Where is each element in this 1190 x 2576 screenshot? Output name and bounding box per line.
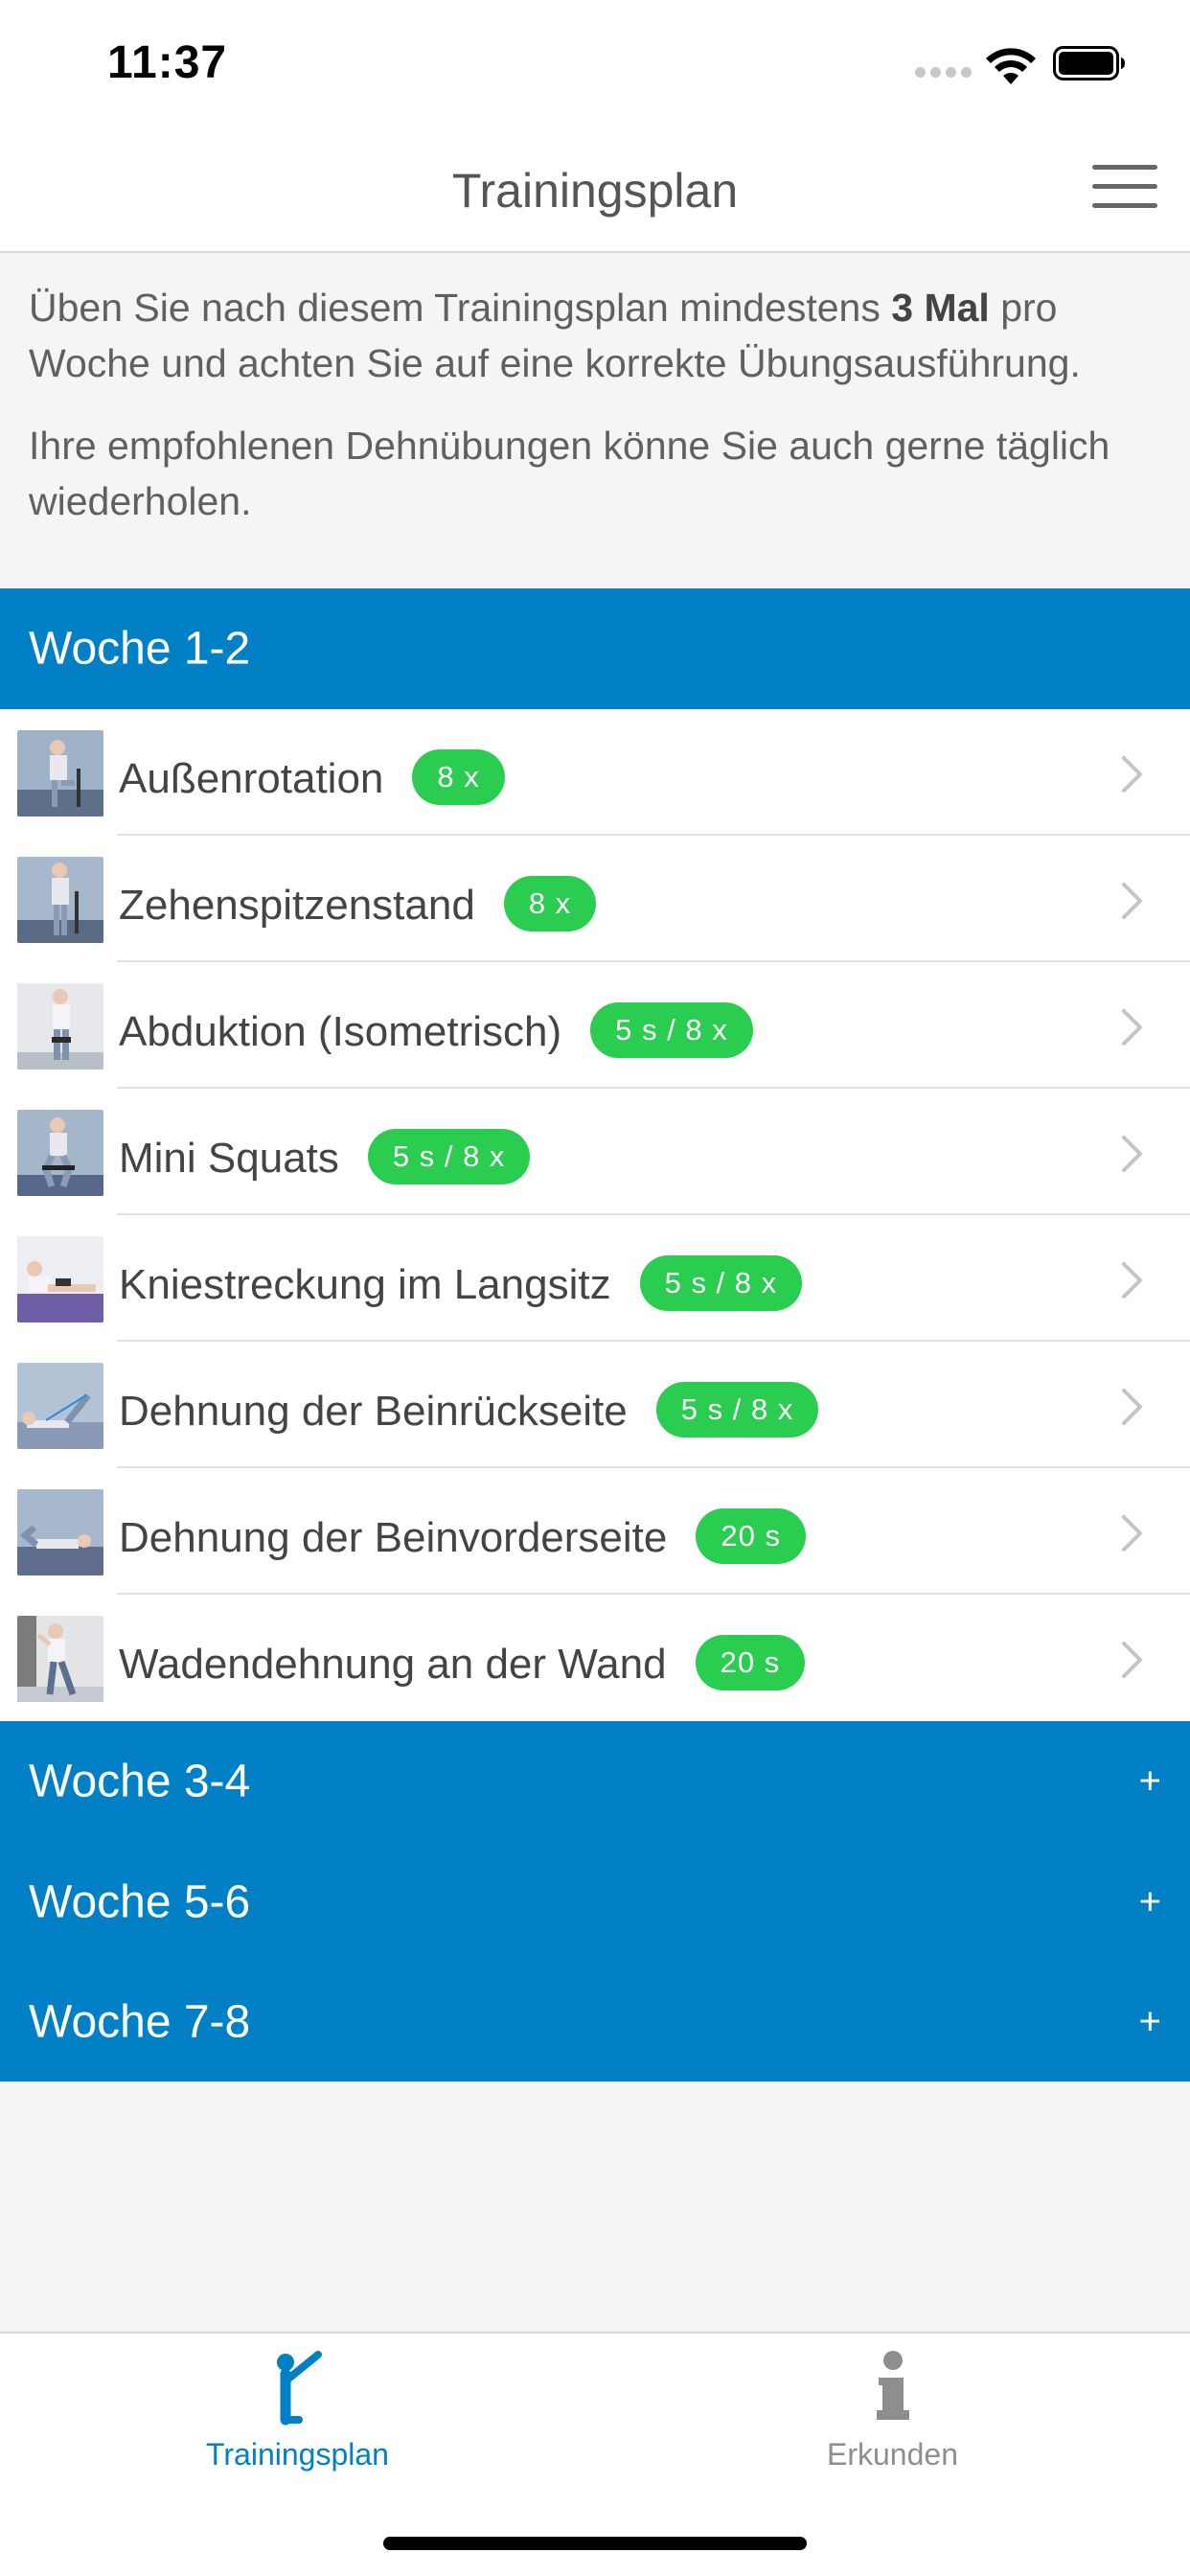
exercise-name: Dehnung der Beinvorderseite: [119, 1514, 668, 1561]
repetition-badge: 8 x: [503, 876, 597, 932]
repetition-badge: 5 s / 8 x: [367, 1129, 531, 1184]
exercise-thumbnail: [17, 1236, 103, 1322]
exercise-row-kniestreckung[interactable]: Kniestreckung im Langsitz 5 s / 8 x: [0, 1215, 1190, 1342]
exercise-name: Wadendehnung an der Wand: [119, 1641, 667, 1688]
repetition-badge: 5 s / 8 x: [639, 1255, 803, 1311]
exercise-name: Kniestreckung im Langsitz: [119, 1261, 611, 1308]
repetition-badge: 5 s / 8 x: [590, 1002, 753, 1058]
info-icon: [876, 2351, 909, 2420]
week-title: Woche 5-6: [29, 1876, 251, 1928]
exercise-name: Zehenspitzenstand: [119, 882, 475, 929]
exercise-row-abduktion[interactable]: Abduktion (Isometrisch) 5 s / 8 x: [0, 962, 1190, 1089]
repetition-badge: 20 s: [696, 1508, 806, 1564]
exercise-thumbnail: [17, 1489, 103, 1576]
chevron-right-icon: [1122, 756, 1142, 793]
week-header-3-4[interactable]: Woche 3-4 +: [0, 1721, 1190, 1842]
stretching-person-icon: [276, 2351, 322, 2426]
exercise-name: Abduktion (Isometrisch): [119, 1008, 562, 1055]
exercise-row-mini-squats[interactable]: Mini Squats 5 s / 8 x: [0, 1089, 1190, 1215]
page-title: Trainingsplan: [451, 164, 739, 218]
exercise-row-dehnung-beinvorderseite[interactable]: Dehnung der Beinvorderseite 20 s: [0, 1468, 1190, 1595]
wifi-icon: [986, 48, 1036, 84]
cellular-signal-icon: [915, 67, 973, 80]
tab-erkunden[interactable]: Erkunden: [595, 2334, 1190, 2487]
exercise-thumbnail: [17, 857, 103, 943]
exercise-list: Außenrotation 8 x Zehenspitzenstand 8 x Ab…: [0, 709, 1190, 1721]
expand-plus-icon: +: [1138, 1760, 1161, 1803]
battery-icon: [1053, 46, 1125, 80]
intro-text: Üben Sie nach diesem Trainingsplan minde…: [29, 280, 1159, 529]
exercise-row-wadendehnung[interactable]: Wadendehnung an der Wand 20 s: [0, 1595, 1190, 1721]
chevron-right-icon: [1122, 1262, 1142, 1299]
chevron-right-icon: [1122, 1009, 1142, 1046]
tab-trainingsplan[interactable]: Trainingsplan: [0, 2334, 595, 2487]
tab-label: Trainingsplan: [206, 2437, 389, 2472]
repetition-badge: 5 s / 8 x: [655, 1382, 819, 1438]
exercise-name: Mini Squats: [119, 1135, 339, 1182]
chevron-right-icon: [1122, 883, 1142, 919]
week-header-1-2[interactable]: Woche 1-2: [0, 588, 1190, 709]
expand-plus-icon: +: [1138, 1880, 1161, 1923]
exercise-thumbnail: [17, 1363, 103, 1449]
exercise-row-dehnung-beinrueckseite[interactable]: Dehnung der Beinrückseite 5 s / 8 x: [0, 1342, 1190, 1468]
chevron-right-icon: [1122, 1515, 1142, 1552]
intro-paragraph-1: Üben Sie nach diesem Trainingsplan minde…: [29, 286, 1081, 385]
navigation-bar: Trainingsplan: [0, 126, 1190, 253]
expand-plus-icon: +: [1138, 2000, 1161, 2043]
week-title: Woche 3-4: [29, 1756, 251, 1807]
exercise-thumbnail: [17, 983, 103, 1070]
week-header-7-8[interactable]: Woche 7-8 +: [0, 1963, 1190, 2082]
exercise-name: Außenrotation: [119, 755, 384, 802]
week-title: Woche 7-8: [29, 1996, 251, 2048]
week-header-5-6[interactable]: Woche 5-6 +: [0, 1842, 1190, 1963]
chevron-right-icon: [1122, 1389, 1142, 1425]
frequency-highlight: 3 Mal: [891, 286, 990, 330]
chevron-right-icon: [1122, 1642, 1142, 1678]
status-bar: 11:37: [0, 0, 1190, 126]
exercise-thumbnail: [17, 1110, 103, 1196]
exercise-row-zehenspitzenstand[interactable]: Zehenspitzenstand 8 x: [0, 836, 1190, 962]
repetition-badge: 8 x: [412, 749, 505, 805]
intro-paragraph-2: Ihre empfohlenen Dehnübungen könne Sie a…: [29, 424, 1110, 523]
exercise-thumbnail: [17, 1616, 103, 1702]
exercise-name: Dehnung der Beinrückseite: [119, 1388, 628, 1435]
hamburger-menu-icon[interactable]: [1092, 165, 1159, 213]
exercise-thumbnail: [17, 730, 103, 816]
home-indicator[interactable]: [383, 2537, 807, 2550]
repetition-badge: 20 s: [695, 1635, 806, 1690]
week-title: Woche 1-2: [29, 623, 251, 675]
status-time: 11:37: [107, 37, 228, 88]
exercise-row-aussenrotation[interactable]: Außenrotation 8 x: [0, 709, 1190, 836]
tab-label: Erkunden: [827, 2437, 958, 2472]
chevron-right-icon: [1122, 1136, 1142, 1172]
